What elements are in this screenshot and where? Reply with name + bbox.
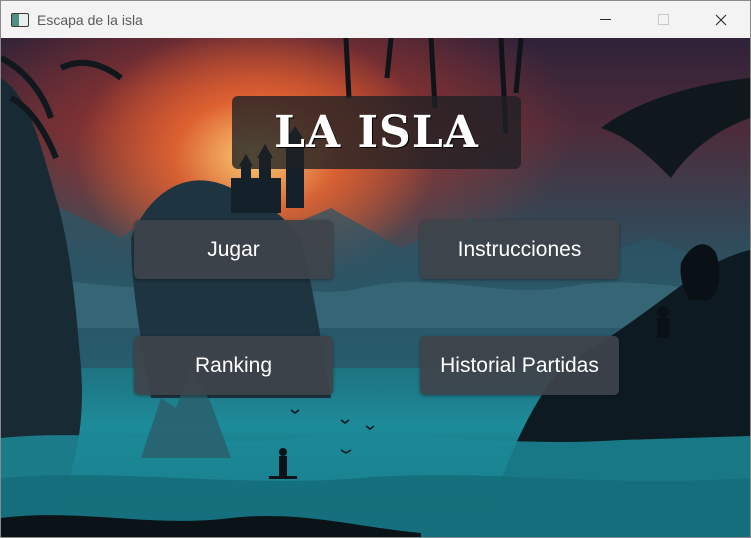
maximize-icon	[657, 14, 669, 25]
app-window: Escapa de la isla LA ISLA Jugar Instrucc…	[0, 0, 751, 538]
app-window-icon	[11, 12, 29, 27]
close-button[interactable]	[692, 1, 750, 38]
minimize-icon	[599, 19, 611, 20]
play-button[interactable]: Jugar	[134, 220, 333, 279]
instructions-button[interactable]: Instrucciones	[420, 220, 619, 279]
ranking-button[interactable]: Ranking	[134, 336, 333, 395]
island-background: LA ISLA Jugar Instrucciones Ranking Hist…	[1, 38, 750, 537]
close-icon	[715, 14, 727, 25]
maximize-button[interactable]	[634, 1, 692, 38]
window-controls	[576, 1, 750, 38]
minimize-button[interactable]	[576, 1, 634, 38]
match-history-button[interactable]: Historial Partidas	[420, 336, 619, 395]
title-bar[interactable]: Escapa de la isla	[1, 1, 750, 38]
game-title: LA ISLA	[274, 107, 479, 158]
game-title-banner: LA ISLA	[232, 96, 521, 169]
window-title: Escapa de la isla	[37, 11, 143, 28]
